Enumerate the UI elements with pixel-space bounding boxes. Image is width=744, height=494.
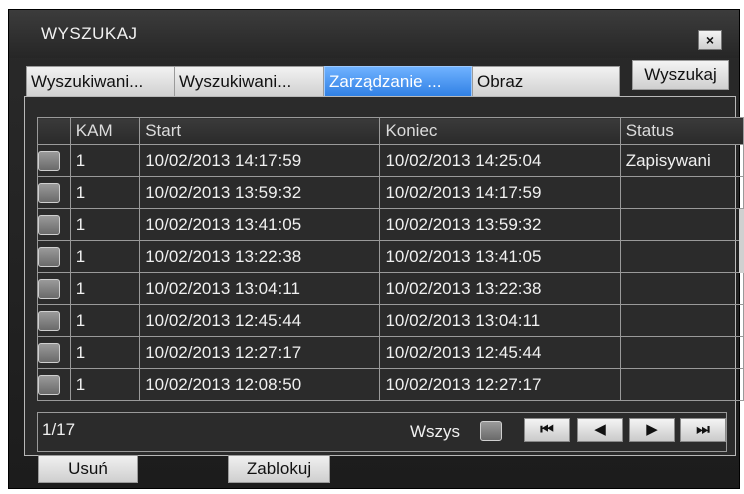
- cell-kam: 1: [69, 304, 141, 337]
- cell-start: 10/02/2013 12:08:50: [139, 368, 381, 401]
- first-page-icon[interactable]: ⏮: [524, 418, 570, 442]
- cell-end: 10/02/2013 13:59:32: [379, 208, 621, 241]
- tab-file-management[interactable]: Zarządzanie ...: [324, 66, 472, 98]
- tab-image[interactable]: Obraz: [472, 66, 620, 98]
- table-footer: 1/17 Wszys ⏮ ◀ ▶ ⏭: [37, 412, 727, 452]
- select-all-label: Wszys: [410, 422, 461, 441]
- table-header-row: KAM Start Koniec Status: [37, 117, 744, 145]
- row-checkbox[interactable]: [38, 310, 60, 331]
- table-row[interactable]: 1 10/02/2013 13:22:38 10/02/2013 13:41:0…: [37, 240, 744, 273]
- next-page-icon[interactable]: ▶: [629, 418, 675, 442]
- row-checkbox[interactable]: [38, 374, 60, 395]
- header-kam[interactable]: KAM: [69, 117, 141, 145]
- cell-start: 10/02/2013 12:27:17: [139, 336, 381, 369]
- cell-kam: 1: [69, 208, 141, 241]
- cell-status: Zapisywani: [619, 144, 744, 177]
- cell-end: 10/02/2013 13:41:05: [379, 240, 621, 273]
- cell-end: 10/02/2013 14:25:04: [379, 144, 621, 177]
- last-page-icon[interactable]: ⏭: [680, 418, 726, 442]
- cell-kam: 1: [69, 272, 141, 305]
- cell-end: 10/02/2013 14:17:59: [379, 176, 621, 209]
- window-title: WYSZUKAJ: [41, 24, 138, 43]
- header-start[interactable]: Start: [139, 117, 381, 145]
- row-checkbox[interactable]: [38, 150, 60, 171]
- table-row[interactable]: 1 10/02/2013 12:45:44 10/02/2013 13:04:1…: [37, 304, 744, 337]
- cell-end: 10/02/2013 12:45:44: [379, 336, 621, 369]
- cell-end: 10/02/2013 13:22:38: [379, 272, 621, 305]
- cell-kam: 1: [69, 144, 141, 177]
- cell-end: 10/02/2013 12:27:17: [379, 368, 621, 401]
- row-checkbox[interactable]: [38, 278, 60, 299]
- cell-start: 10/02/2013 13:41:05: [139, 208, 381, 241]
- cell-end: 10/02/2013 13:04:11: [379, 304, 621, 337]
- cell-status: [619, 368, 744, 401]
- cell-kam: 1: [69, 176, 141, 209]
- cell-status: [619, 304, 744, 337]
- table-row[interactable]: 1 10/02/2013 13:41:05 10/02/2013 13:59:3…: [37, 208, 744, 241]
- cell-start: 10/02/2013 12:45:44: [139, 304, 381, 337]
- title-bar: WYSZUKAJ ×: [9, 10, 739, 58]
- table-row[interactable]: 1 10/02/2013 12:27:17 10/02/2013 12:45:4…: [37, 336, 744, 369]
- cell-status: [619, 272, 744, 305]
- page-indicator: 1/17: [42, 420, 76, 439]
- cell-kam: 1: [69, 240, 141, 273]
- table-row[interactable]: 1 10/02/2013 13:59:32 10/02/2013 14:17:5…: [37, 176, 744, 209]
- table-row[interactable]: 1 10/02/2013 13:04:11 10/02/2013 13:22:3…: [37, 272, 744, 305]
- table-row[interactable]: 1 10/02/2013 14:17:59 10/02/2013 14:25:0…: [37, 144, 744, 177]
- search-button[interactable]: Wyszukaj: [632, 60, 729, 90]
- cell-start: 10/02/2013 13:22:38: [139, 240, 381, 273]
- header-status[interactable]: Status: [619, 117, 744, 145]
- cell-status: [619, 176, 744, 209]
- row-checkbox[interactable]: [38, 246, 60, 267]
- previous-page-icon[interactable]: ◀: [577, 418, 623, 442]
- cell-status: [619, 336, 744, 369]
- scrollbar[interactable]: [739, 209, 744, 273]
- recordings-table: KAM Start Koniec Status 1 10/02/2013 14:…: [37, 117, 744, 401]
- select-all-checkbox[interactable]: [480, 421, 502, 441]
- header-checkbox-column: [37, 117, 71, 145]
- row-checkbox[interactable]: [38, 214, 60, 235]
- cell-kam: 1: [69, 336, 141, 369]
- close-icon[interactable]: ×: [698, 30, 722, 50]
- row-checkbox[interactable]: [38, 182, 60, 203]
- tab-search-time[interactable]: Wyszukiwani...: [26, 66, 176, 98]
- header-end[interactable]: Koniec: [379, 117, 621, 145]
- table-row[interactable]: 1 10/02/2013 12:08:50 10/02/2013 12:27:1…: [37, 368, 744, 401]
- delete-button[interactable]: Usuń: [38, 455, 138, 483]
- cell-start: 10/02/2013 13:04:11: [139, 272, 381, 305]
- cell-start: 10/02/2013 13:59:32: [139, 176, 381, 209]
- tab-search-event[interactable]: Wyszukiwani...: [174, 66, 324, 98]
- cell-status: [619, 208, 744, 241]
- cell-kam: 1: [69, 368, 141, 401]
- row-checkbox[interactable]: [38, 342, 60, 363]
- lock-button[interactable]: Zablokuj: [228, 455, 330, 483]
- cell-status: [619, 240, 744, 273]
- cell-start: 10/02/2013 14:17:59: [139, 144, 381, 177]
